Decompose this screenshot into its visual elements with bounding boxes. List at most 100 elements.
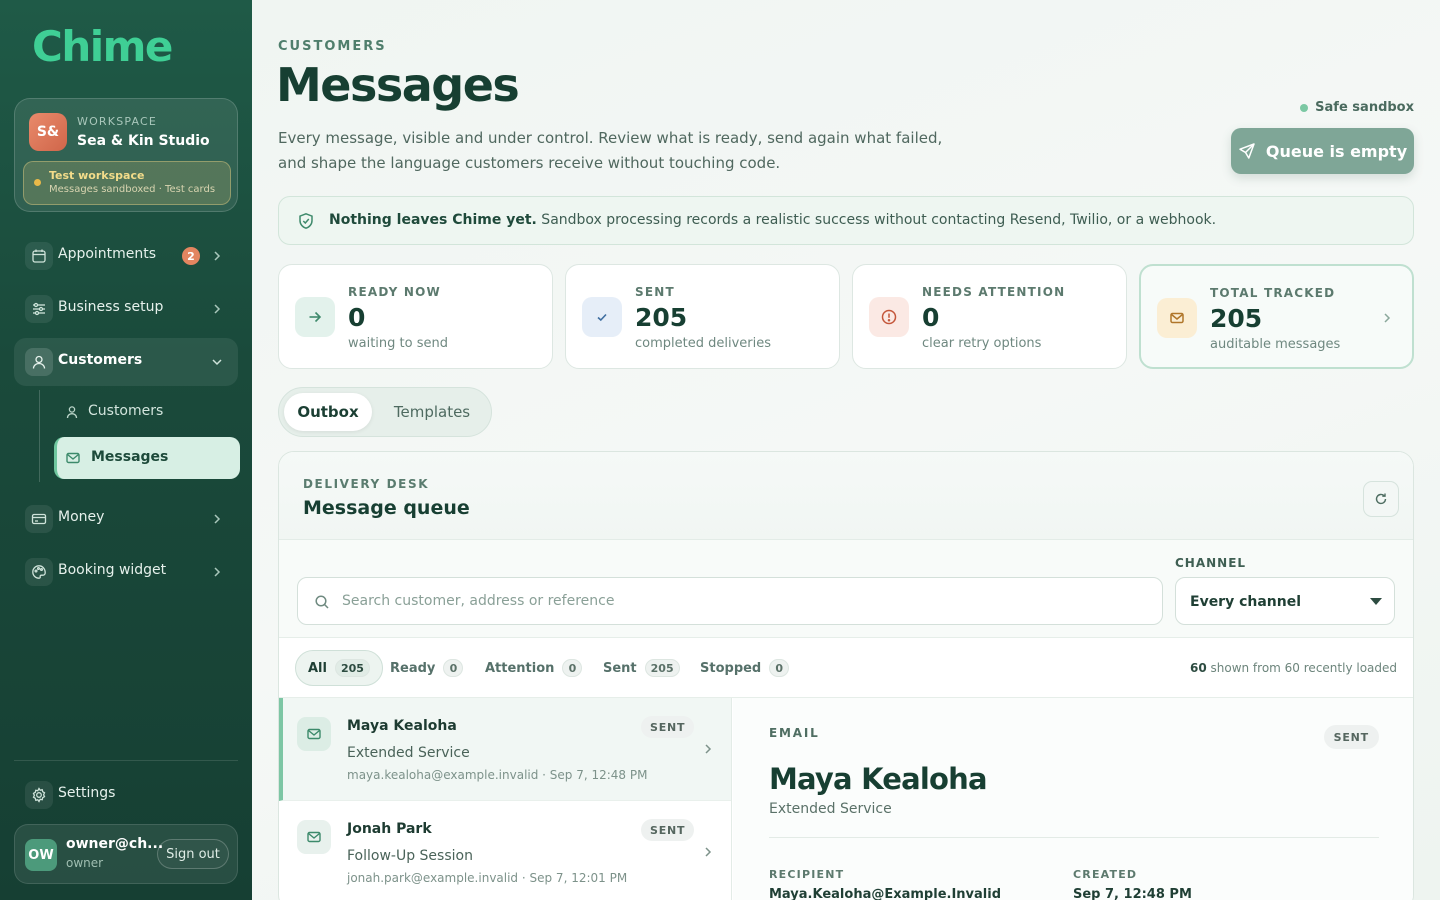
filter-bar: CHANNEL Every channel	[279, 540, 1413, 638]
main-content: CUSTOMERS Messages Every message, visibl…	[252, 0, 1440, 900]
channel-select[interactable]: Every channel	[1175, 577, 1395, 625]
nav-booking-widget[interactable]: Booking widget	[14, 548, 238, 596]
subnav-messages[interactable]: Messages	[54, 437, 240, 479]
user-icon	[25, 348, 53, 376]
tab-templates[interactable]: Templates	[379, 393, 485, 431]
message-detail: EMAIL SENT Maya Kealoha Extended Service…	[733, 698, 1413, 900]
caret-down-icon	[1370, 598, 1382, 605]
credit-card-icon	[25, 505, 53, 533]
message-customer-name: Jonah Park	[347, 821, 432, 837]
process-queue-button[interactable]: Queue is empty	[1231, 128, 1414, 174]
chevron-right-icon	[1384, 313, 1391, 323]
search-input[interactable]	[342, 578, 1142, 624]
refresh-button[interactable]	[1363, 481, 1399, 517]
nav-money-label: Money	[58, 509, 105, 525]
recipient-label: RECIPIENT	[769, 868, 845, 881]
check-icon	[582, 297, 622, 337]
stat-sent[interactable]: SENT 205 completed deliveries	[565, 264, 840, 369]
stat-needs-attention[interactable]: NEEDS ATTENTION 0 clear retry options	[852, 264, 1127, 369]
nav-customers[interactable]: Customers	[14, 338, 238, 386]
chip-label: Attention	[485, 660, 555, 676]
created-value: Sep 7, 12:48 PM	[1073, 887, 1192, 900]
subnav-customers[interactable]: Customers	[54, 391, 240, 433]
panel-eyebrow: DELIVERY DESK	[303, 477, 430, 491]
nav-money[interactable]: Money	[14, 495, 238, 543]
workspace-label: WORKSPACE	[77, 115, 158, 128]
send-icon	[1239, 143, 1255, 159]
message-service: Extended Service	[347, 745, 470, 761]
message-list: Maya Kealoha Extended Service maya.kealo…	[279, 698, 732, 900]
chip-label: All	[308, 660, 327, 676]
subnav-messages-label: Messages	[91, 449, 169, 465]
message-service: Follow-Up Session	[347, 848, 473, 864]
filter-chip-attention[interactable]: Attention 0	[473, 650, 594, 686]
subnav-line	[39, 390, 40, 482]
user-icon	[66, 406, 78, 419]
nav-settings[interactable]: Settings	[14, 771, 238, 819]
status-badge: SENT	[641, 819, 695, 841]
divider	[769, 837, 1379, 838]
message-customer-name: Maya Kealoha	[347, 718, 457, 734]
alert-icon	[869, 297, 909, 337]
user-card: OW owner@ch... owner Sign out	[14, 824, 238, 884]
chip-count: 0	[769, 659, 790, 677]
calendar-icon	[25, 242, 53, 270]
nav-business-setup[interactable]: Business setup	[14, 285, 238, 333]
nav-settings-label: Settings	[58, 785, 116, 801]
chevron-right-icon	[214, 304, 221, 314]
filter-chip-ready[interactable]: Ready 0	[378, 650, 475, 686]
stat-total-tracked[interactable]: TOTAL TRACKED 205 auditable messages	[1139, 264, 1414, 369]
chip-count: 205	[644, 659, 680, 677]
palette-icon	[25, 558, 53, 586]
tab-outbox[interactable]: Outbox	[284, 393, 372, 431]
sign-out-button[interactable]: Sign out	[157, 839, 229, 869]
sidebar-divider	[14, 760, 238, 761]
message-queue-panel: DELIVERY DESK Message queue CHANNEL Ever…	[278, 451, 1414, 900]
chevron-right-icon	[214, 514, 221, 524]
arrow-right-icon	[295, 297, 335, 337]
channel-select-value: Every channel	[1190, 594, 1302, 610]
chevron-down-icon	[212, 359, 222, 366]
search-icon	[315, 595, 329, 609]
banner-bold: Nothing leaves Chime yet.	[329, 212, 537, 228]
page-description: Every message, visible and under control…	[278, 129, 943, 172]
sliders-icon	[25, 295, 53, 323]
workspace-name: Sea & Kin Studio	[77, 133, 210, 149]
nav-appointments[interactable]: Appointments 2	[14, 232, 238, 280]
filter-chip-stopped[interactable]: Stopped 0	[688, 650, 801, 686]
list-item[interactable]: Jonah Park Follow-Up Session jonah.park@…	[279, 801, 731, 900]
status-badge: SENT	[641, 716, 695, 738]
results-count-number: 60	[1189, 661, 1207, 675]
search-box[interactable]	[297, 577, 1163, 625]
list-item[interactable]: Maya Kealoha Extended Service maya.kealo…	[279, 698, 731, 801]
page-title: Messages	[276, 58, 520, 112]
sandbox-status-label: Safe sandbox	[1315, 100, 1414, 115]
avatar: OW	[25, 839, 57, 871]
status-dot	[1300, 103, 1309, 112]
banner-body: Sandbox processing records a realistic s…	[536, 212, 1217, 228]
results-count-text: shown from 60 recently loaded	[1206, 661, 1398, 675]
stat-ready-now[interactable]: READY NOW 0 waiting to send	[278, 264, 553, 369]
subnav-customers-label: Customers	[88, 403, 164, 419]
chevron-right-icon	[214, 567, 221, 577]
workspace-switcher[interactable]: S& WORKSPACE Sea & Kin Studio Test works…	[14, 98, 238, 212]
results-count: 60 shown from 60 recently loaded	[1190, 661, 1397, 675]
stat-label: NEEDS ATTENTION	[922, 285, 1066, 299]
test-status-dot	[34, 179, 41, 186]
filter-chip-sent[interactable]: Sent 205	[591, 650, 692, 686]
view-tabs: Outbox Templates	[278, 387, 492, 437]
detail-channel: EMAIL	[769, 726, 820, 740]
filter-chip-all[interactable]: All 205	[295, 650, 383, 686]
detail-service: Extended Service	[769, 801, 892, 817]
stat-value: 0	[348, 303, 366, 332]
detail-customer-name: Maya Kealoha	[769, 762, 988, 796]
mail-icon	[297, 820, 331, 854]
created-label: CREATED	[1073, 868, 1138, 881]
stat-value: 205	[1210, 304, 1263, 333]
panel-header: DELIVERY DESK Message queue	[279, 452, 1413, 540]
recipient-value: Maya.Kealoha@Example.Invalid	[769, 887, 1002, 900]
message-meta: jonah.park@example.invalid · Sep 7, 12:0…	[347, 871, 628, 885]
shield-check-icon	[299, 212, 313, 229]
app-logo[interactable]: Chime	[32, 22, 173, 71]
stat-label: TOTAL TRACKED	[1210, 286, 1336, 300]
